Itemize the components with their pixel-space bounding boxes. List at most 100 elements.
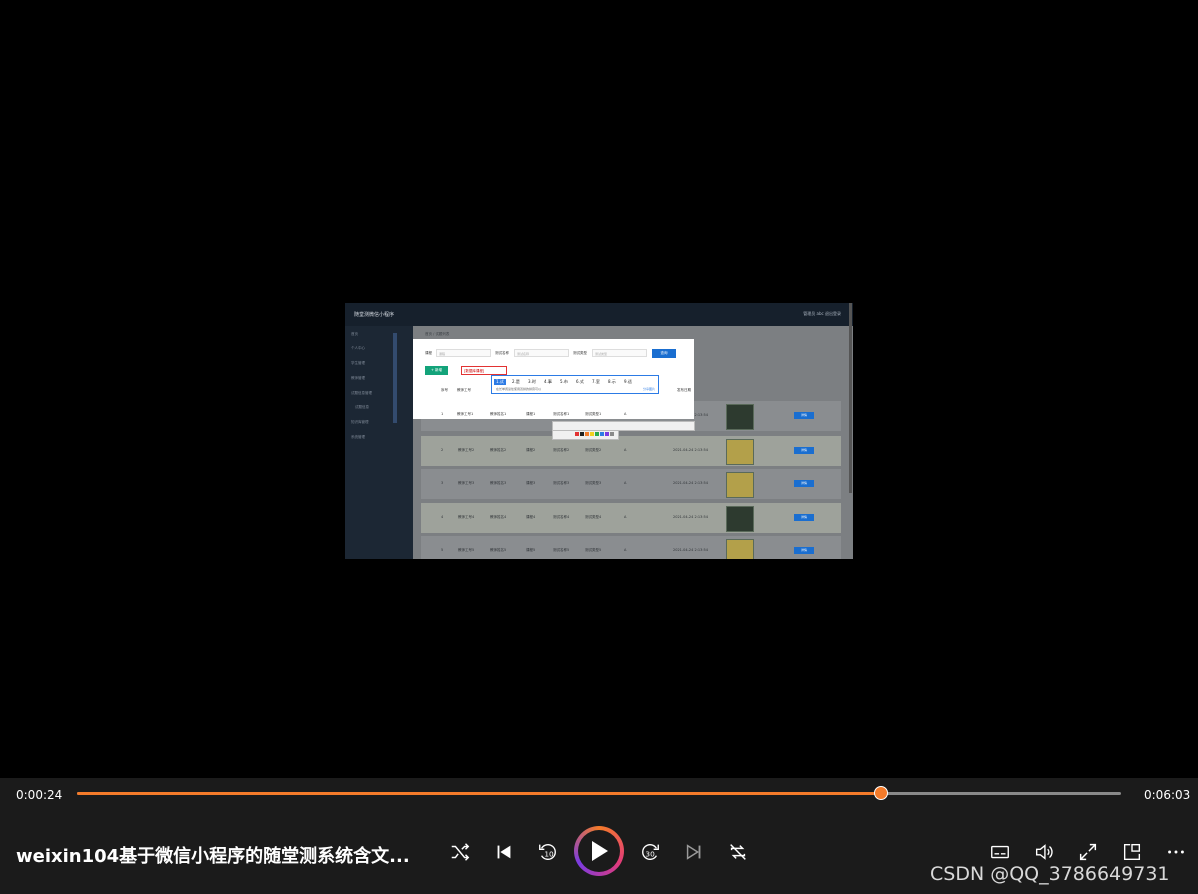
video-cell: 测试名称5 — [553, 548, 570, 552]
video-table-row: 5 教师工号5 教师姓名5 课程5 测试名称5 测试类型5 A 2021-04-… — [421, 536, 841, 559]
dialog-cell: 教师姓名1 — [490, 412, 507, 416]
video-detail-button: 详情 — [794, 514, 814, 521]
video-cell: 教师姓名4 — [490, 515, 507, 519]
video-sidebar: 首页 个人中心 学生管理 教师管理 试题信息管理 试题信息 知识库管理 系统管理 — [345, 326, 413, 559]
video-selection-highlight — [393, 333, 397, 423]
previous-button[interactable] — [492, 840, 516, 864]
video-cell: 测试类型5 — [585, 548, 602, 552]
rewind-10-icon: 10 — [539, 844, 556, 860]
video-cell: 2 — [441, 448, 444, 452]
dialog-search-button: 查询 — [652, 349, 676, 358]
mini-player-icon — [1123, 843, 1141, 861]
play-button[interactable] — [574, 826, 624, 876]
video-cell: 测试名称3 — [553, 481, 570, 485]
video-cell: 教师工号2 — [458, 448, 475, 452]
video-cell: 课程2 — [526, 448, 536, 452]
ime-candidate: 8.示 — [608, 379, 616, 384]
watermark: CSDN @QQ_3786649731 — [930, 863, 1170, 885]
repeat-button[interactable] — [726, 840, 750, 864]
video-title: weixin104基于微信小程序的随堂测系统含文... — [16, 846, 410, 867]
video-scrollbar — [849, 303, 852, 493]
dialog-header: 发布日期 — [677, 388, 691, 392]
video-thumbnail — [726, 404, 754, 430]
video-sidebar-item: 学生管理 — [351, 361, 365, 365]
dialog-label-test: 测试名称 — [495, 351, 509, 355]
video-thumbnail — [726, 472, 754, 498]
color-swatch — [600, 432, 604, 436]
video-sidebar-item: 首页 — [351, 332, 358, 336]
video-sidebar-item: 试题信息 — [355, 405, 369, 409]
captions-button[interactable] — [988, 840, 1012, 864]
ime-hint: 在长单阅读处使用双拼的拼音可以 — [496, 387, 542, 391]
video-cell: 测试类型3 — [585, 481, 602, 485]
dialog-cell: 1 — [441, 412, 444, 416]
forward-30-button[interactable]: 30 — [638, 840, 662, 864]
video-table-row: 4 教师工号4 教师姓名4 课程4 测试名称4 测试类型4 A 2021-04-… — [421, 503, 841, 533]
video-cell: A — [624, 548, 627, 552]
shuffle-button[interactable] — [448, 840, 472, 864]
player-controls: 0:00:24 0:06:03 weixin104基于微信小程序的随堂测系统含文… — [0, 778, 1198, 894]
video-cell: 教师姓名2 — [490, 448, 507, 452]
video-cell: 课程4 — [526, 515, 536, 519]
video-cell: A — [624, 515, 627, 519]
dialog-cell: 测试名称1 — [553, 412, 570, 416]
next-icon — [686, 844, 701, 860]
color-swatch — [605, 432, 609, 436]
video-cell: 测试类型2 — [585, 448, 602, 452]
video-cell: A — [624, 448, 627, 452]
ime-candidate-window: 1.试 2.是 3.时 4.事 5.市 6.式 7.室 8.示 9.适 在长单阅… — [491, 375, 659, 394]
color-swatch — [580, 432, 584, 436]
video-cell: 4 — [441, 515, 444, 519]
seek-bar[interactable] — [77, 786, 1121, 800]
video-cell: 测试名称2 — [553, 448, 570, 452]
dialog-cell: 课程1 — [526, 412, 536, 416]
color-swatch — [595, 432, 599, 436]
video-table-row: 2 教师工号2 教师姓名2 课程2 测试名称2 测试类型2 A 2021-04-… — [421, 436, 841, 466]
volume-button[interactable] — [1032, 840, 1056, 864]
video-table-row: 3 教师工号3 教师姓名3 课程3 测试名称3 测试类型3 A 2021-04-… — [421, 469, 841, 499]
fullscreen-button[interactable] — [1076, 840, 1100, 864]
video-cell: 3 — [441, 481, 444, 485]
video-detail-button: 详情 — [794, 547, 814, 554]
color-swatch — [610, 432, 614, 436]
more-button[interactable] — [1164, 840, 1188, 864]
video-breadcrumb: 首页 / 试题列表 — [425, 332, 450, 336]
video-thumbnail — [726, 506, 754, 532]
dialog-text-annotation: [数据库课程] — [461, 366, 507, 375]
annotation-color-palette — [552, 430, 619, 440]
video-app-header: 随堂测微信小程序 管理员 abc 退出登录 — [345, 303, 853, 326]
dialog-cell: A — [624, 412, 627, 416]
video-detail-button: 详情 — [794, 412, 814, 419]
video-cell: 2021-04-24 2:13:54 — [673, 548, 708, 552]
volume-icon — [1035, 844, 1053, 860]
svg-text:30: 30 — [645, 850, 655, 859]
video-dialog: 课程 课程 测试名称 测试名称 测试类型 测试类型 查询 + 新增 [数据库课程… — [413, 339, 694, 419]
video-thumbnail — [726, 439, 754, 465]
next-button[interactable] — [682, 840, 706, 864]
mini-player-button[interactable] — [1120, 840, 1144, 864]
seek-thumb[interactable] — [873, 786, 888, 800]
seek-progress — [77, 792, 881, 795]
dialog-label-type: 测试类型 — [573, 351, 587, 355]
video-sidebar-item: 个人中心 — [351, 346, 365, 350]
video-cell: 教师工号3 — [458, 481, 475, 485]
video-cell: 教师姓名5 — [490, 548, 507, 552]
video-sidebar-item: 教师管理 — [351, 376, 365, 380]
dialog-test-input: 测试名称 — [514, 349, 569, 357]
fullscreen-icon — [1079, 843, 1097, 861]
total-time: 0:06:03 — [1144, 788, 1191, 802]
repeat-off-icon — [730, 844, 746, 860]
video-sidebar-item: 系统管理 — [351, 435, 365, 439]
dialog-cell: 测试类型1 — [585, 412, 602, 416]
video-detail-button: 详情 — [794, 480, 814, 487]
video-sidebar-item: 知识库管理 — [351, 420, 369, 424]
video-detail-button: 详情 — [794, 447, 814, 454]
dialog-add-button: + 新增 — [425, 366, 448, 375]
rewind-10-button[interactable]: 10 — [536, 840, 560, 864]
more-icon — [1168, 850, 1184, 854]
video-cell: 测试名称4 — [553, 515, 570, 519]
video-user-area: 管理员 abc 退出登录 — [803, 311, 841, 316]
dialog-label-course: 课程 — [425, 351, 432, 355]
ime-candidate: 7.室 — [592, 379, 600, 384]
video-cell: 教师工号4 — [458, 515, 475, 519]
